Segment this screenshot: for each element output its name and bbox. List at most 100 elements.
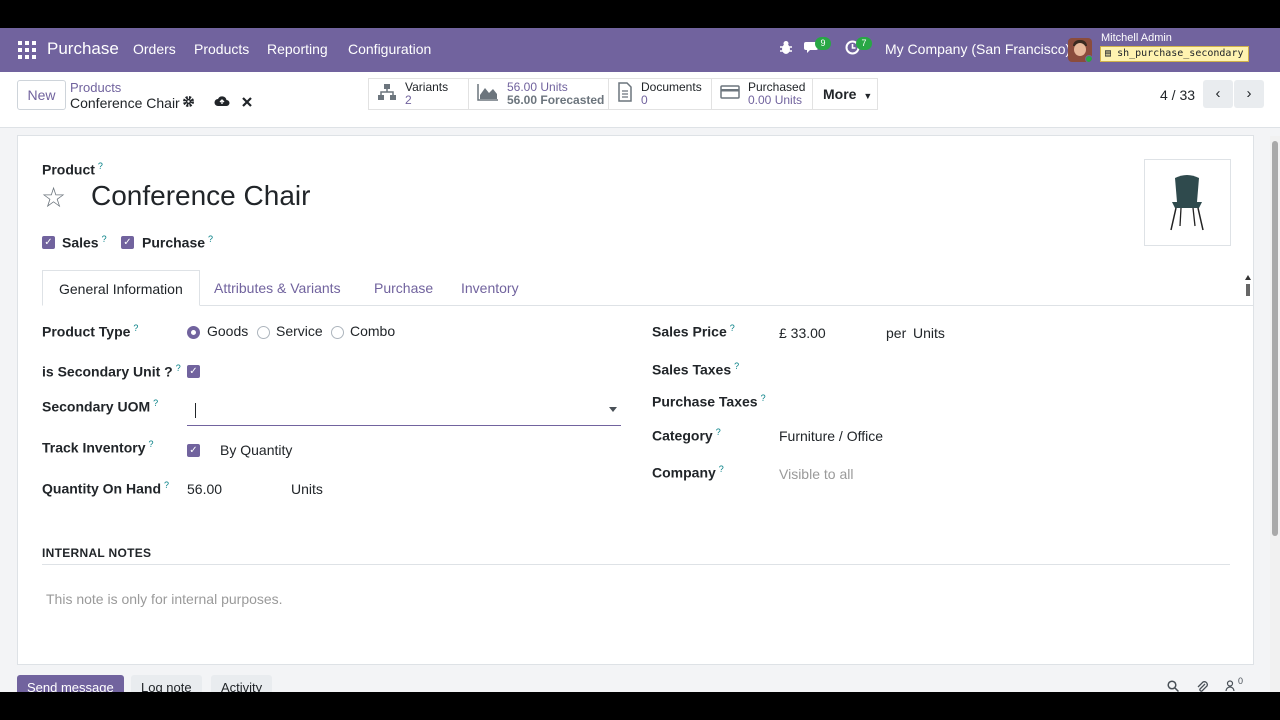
user-avatar[interactable] xyxy=(1068,38,1092,62)
database-name: sh_purchase_secondary xyxy=(1117,48,1244,59)
product-type-service-radio[interactable] xyxy=(257,326,270,339)
followers-icon[interactable] xyxy=(1225,680,1235,692)
variants-stat-value: 2 xyxy=(405,93,412,107)
purchase-checkbox[interactable]: ✓ xyxy=(121,236,134,249)
gear-icon[interactable] xyxy=(182,95,195,111)
sales-label: Sales? xyxy=(62,234,107,251)
sales-taxes-field[interactable] xyxy=(779,358,1219,380)
help-icon: ? xyxy=(760,393,766,403)
menu-reporting[interactable]: Reporting xyxy=(267,41,328,57)
qty-on-hand-value: 56.00 xyxy=(187,481,223,497)
pager-value[interactable]: 4 / 33 xyxy=(1160,87,1195,103)
pager-previous-button[interactable]: ‹ xyxy=(1203,80,1233,108)
new-button[interactable]: New xyxy=(17,80,66,110)
more-dropdown-button[interactable]: More ▼ xyxy=(812,78,878,110)
track-inventory-checkbox[interactable]: ✓ xyxy=(187,444,200,457)
help-icon: ? xyxy=(718,464,724,474)
dropdown-arrow-icon[interactable] xyxy=(609,407,617,412)
database-badge: ▤ sh_purchase_secondary xyxy=(1100,46,1249,62)
purchase-label: Purchase? xyxy=(142,234,214,251)
caret-down-icon: ▼ xyxy=(863,91,873,101)
debug-bug-icon[interactable] xyxy=(779,40,793,59)
internal-notes-field[interactable]: This note is only for internal purposes. xyxy=(46,591,283,607)
tabs-scroll-indicator[interactable] xyxy=(1245,274,1251,304)
credit-card-icon xyxy=(720,84,740,105)
tab-inventory[interactable]: Inventory xyxy=(445,270,535,306)
secondary-unit-checkbox[interactable]: ✓ xyxy=(187,365,200,378)
favorite-star-icon[interactable]: ☆ xyxy=(41,181,66,214)
product-type-label: Product Type? xyxy=(42,323,139,340)
control-panel: New Products Conference Chair Variants 2 xyxy=(0,72,1280,128)
breadcrumb-parent[interactable]: Products xyxy=(70,80,121,95)
product-type-goods-radio[interactable] xyxy=(187,326,200,339)
secondary-uom-label: Secondary UOM? xyxy=(42,398,159,415)
online-status-icon xyxy=(1085,55,1092,62)
notebook-tabs: General Information Attributes & Variant… xyxy=(42,270,1254,306)
category-label: Category? xyxy=(652,427,721,444)
product-type-combo-radio[interactable] xyxy=(331,326,344,339)
sales-price-field[interactable]: £ 33.00 xyxy=(779,325,826,341)
chevron-left-icon: ‹ xyxy=(1215,85,1221,102)
breadcrumb-current: Conference Chair xyxy=(70,95,180,111)
paperclip-icon[interactable] xyxy=(1196,680,1208,692)
menu-products[interactable]: Products xyxy=(194,41,249,57)
documents-stat-value: 0 xyxy=(641,93,648,107)
variants-stat-button[interactable]: Variants 2 xyxy=(368,78,469,110)
documents-stat-button[interactable]: Documents 0 xyxy=(608,78,712,110)
help-icon: ? xyxy=(164,480,170,490)
help-icon: ? xyxy=(101,234,107,244)
discard-close-icon[interactable] xyxy=(242,95,252,110)
top-navbar: Purchase Orders Products Reporting Confi… xyxy=(0,28,1280,72)
tab-general-information[interactable]: General Information xyxy=(42,270,200,306)
followers-count: 0 xyxy=(1238,676,1244,686)
purchase-taxes-field[interactable] xyxy=(779,390,1219,412)
company-field[interactable]: Visible to all xyxy=(779,466,853,482)
odoo-app: Purchase Orders Products Reporting Confi… xyxy=(0,28,1280,692)
form-sheet: Product? ☆ Conference Chair ✓ Sales? ✓ P… xyxy=(17,135,1254,665)
sales-price-label: Sales Price? xyxy=(652,323,735,340)
menu-configuration[interactable]: Configuration xyxy=(348,41,431,57)
app-name[interactable]: Purchase xyxy=(47,39,119,59)
search-icon[interactable] xyxy=(1167,680,1180,692)
activity-button[interactable]: Activity xyxy=(211,675,273,692)
sales-checkbox[interactable]: ✓ xyxy=(42,236,55,249)
onhand-stat-button[interactable]: 56.00 Units 56.00 Forecasted xyxy=(468,78,609,110)
category-field[interactable]: Furniture / Office xyxy=(779,428,883,444)
area-chart-icon xyxy=(477,83,499,106)
documents-stat-label: Documents xyxy=(641,80,702,94)
forecasted-stat-value: 56.00 Forecasted xyxy=(507,93,605,107)
help-icon: ? xyxy=(153,398,159,408)
tab-attributes-variants[interactable]: Attributes & Variants xyxy=(198,270,357,306)
product-type-goods-label[interactable]: Goods xyxy=(207,323,248,339)
send-message-button[interactable]: Send message xyxy=(17,675,124,692)
more-label: More xyxy=(823,86,857,102)
secondary-uom-input[interactable] xyxy=(187,398,621,426)
menu-orders[interactable]: Orders xyxy=(133,41,176,57)
sales-price-unit: Units xyxy=(913,325,945,341)
messages-badge: 9 xyxy=(815,37,831,50)
company-switcher[interactable]: My Company (San Francisco) xyxy=(885,41,1070,57)
chair-image xyxy=(1170,175,1204,231)
page-scrollbar[interactable] xyxy=(1270,136,1280,692)
product-image[interactable] xyxy=(1144,159,1231,246)
internal-notes-divider xyxy=(42,564,1230,565)
track-inventory-value[interactable]: By Quantity xyxy=(220,442,292,458)
apps-menu-icon[interactable] xyxy=(18,41,36,59)
sales-taxes-label: Sales Taxes? xyxy=(652,361,740,378)
secondary-unit-label: is Secondary Unit ?? xyxy=(42,363,181,380)
tab-purchase[interactable]: Purchase xyxy=(358,270,449,306)
file-text-icon xyxy=(617,81,633,107)
product-type-service-label[interactable]: Service xyxy=(276,323,323,339)
pager-next-button[interactable]: › xyxy=(1234,80,1264,108)
log-note-button[interactable]: Log note xyxy=(131,675,202,692)
purchased-stat-button[interactable]: Purchased 0.00 Units xyxy=(711,78,813,110)
purchase-taxes-label: Purchase Taxes? xyxy=(652,393,766,410)
help-icon: ? xyxy=(729,323,735,333)
sitemap-icon xyxy=(377,83,397,106)
help-icon: ? xyxy=(97,161,103,171)
user-name[interactable]: Mitchell Admin xyxy=(1101,32,1172,44)
product-type-combo-label[interactable]: Combo xyxy=(350,323,395,339)
save-cloud-icon[interactable] xyxy=(214,95,230,110)
scrollbar-thumb[interactable] xyxy=(1272,141,1278,536)
product-name-field[interactable]: Conference Chair xyxy=(91,180,310,212)
